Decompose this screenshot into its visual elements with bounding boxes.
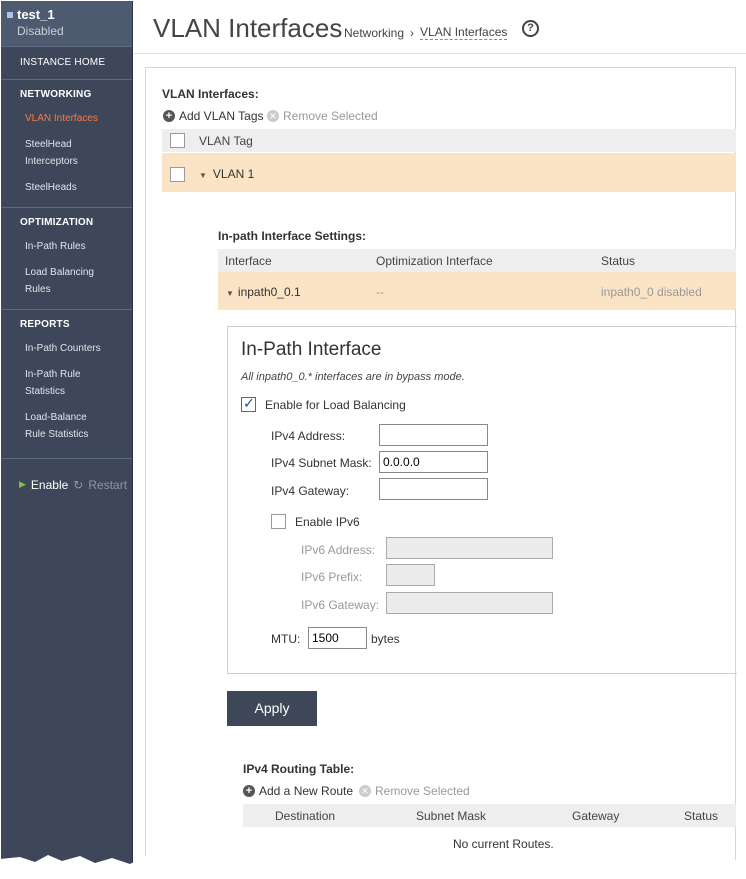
restart-button[interactable]: Restart: [88, 478, 127, 492]
main-panel: VLAN Interfaces: + Add VLAN Tags ✕ Remov…: [145, 67, 737, 877]
instance-name-row[interactable]: test_1: [7, 7, 132, 22]
refresh-icon: ↻: [73, 477, 84, 492]
sidebar-item-in-path-rule-statistics[interactable]: In-Path Rule Statistics: [1, 362, 91, 405]
sidebar: test_1 Disabled INSTANCE HOME NETWORKING…: [1, 1, 133, 879]
inpath-settings-title: In-path Interface Settings:: [218, 229, 367, 243]
inpath-table-header: Interface Optimization Interface Status: [218, 249, 736, 272]
remove-selected-vlan-button[interactable]: ✕ Remove Selected: [267, 109, 378, 123]
select-all-checkbox[interactable]: [170, 133, 185, 148]
ipv6-prefix-field[interactable]: [386, 564, 435, 586]
column-status: Status: [601, 254, 636, 268]
ipv6-gateway-field[interactable]: [386, 592, 553, 614]
page-title: VLAN Interfaces: [153, 13, 343, 43]
column-interface: Interface: [225, 254, 272, 268]
help-icon[interactable]: ?: [522, 20, 539, 37]
sidebar-item-steelheads[interactable]: SteelHeads: [1, 175, 132, 201]
instance-status-icon: [7, 11, 13, 18]
sidebar-item-steelhead-interceptors[interactable]: SteelHead Interceptors: [1, 132, 91, 175]
caret-down-icon: ▼: [226, 289, 234, 298]
page-header: VLAN Interfaces Networking › VLAN Interf…: [134, 0, 746, 54]
status-cell: inpath0_0 disabled: [601, 285, 702, 299]
ipv4-address-field[interactable]: [379, 424, 488, 446]
add-vlan-tags-label: Add VLAN Tags: [179, 109, 264, 123]
vlan-table-header: VLAN Tag: [162, 129, 736, 152]
add-route-button[interactable]: + Add a New Route: [243, 784, 353, 798]
column-destination: Destination: [275, 809, 336, 823]
torn-edge: [0, 854, 746, 879]
enable-button[interactable]: Enable: [31, 478, 68, 492]
enable-load-balancing-checkbox[interactable]: [241, 395, 256, 412]
plus-circle-icon: +: [163, 110, 175, 122]
sidebar-section-reports: REPORTS: [20, 319, 70, 330]
mtu-field[interactable]: [308, 627, 367, 649]
instance-header: test_1 Disabled: [1, 1, 132, 47]
vlan-row-name: VLAN 1: [212, 167, 255, 181]
mtu-unit: bytes: [371, 632, 400, 646]
apply-button[interactable]: Apply: [227, 691, 317, 726]
breadcrumb-networking[interactable]: Networking: [344, 26, 404, 40]
ipv6-address-label: IPv6 Address:: [301, 543, 376, 557]
sidebar-item-instance-home[interactable]: INSTANCE HOME: [1, 47, 132, 79]
sidebar-section-optimization: OPTIMIZATION: [20, 217, 94, 228]
breadcrumb-vlan-interfaces[interactable]: VLAN Interfaces: [420, 25, 508, 40]
table-row[interactable]: ▼ inpath0_0.1 -- inpath0_0 disabled: [218, 272, 736, 310]
column-vlan-tag: VLAN Tag: [199, 134, 253, 148]
ipv6-gateway-label: IPv6 Gateway:: [301, 598, 380, 612]
enable-load-balancing-label: Enable for Load Balancing: [265, 398, 406, 412]
form-title: In-Path Interface: [241, 339, 382, 360]
interface-name: inpath0_0.1: [237, 285, 301, 299]
enable-ipv6-checkbox[interactable]: [271, 514, 286, 529]
ipv6-prefix-label: IPv6 Prefix:: [301, 570, 363, 584]
bypass-note: All inpath0_0.* interfaces are in bypass…: [241, 371, 465, 383]
column-status: Status: [684, 809, 719, 823]
remove-selected-route-label: Remove Selected: [375, 784, 470, 798]
chevron-right-icon: ›: [410, 25, 415, 40]
vlan-section-title: VLAN Interfaces:: [162, 87, 259, 101]
remove-selected-label: Remove Selected: [283, 109, 378, 123]
vlan-row-label: ▼ VLAN 1: [199, 167, 254, 181]
caret-down-icon: ▼: [199, 171, 207, 180]
routing-table-header: Destination Subnet Mask Gateway Status: [243, 804, 736, 827]
add-vlan-tags-button[interactable]: + Add VLAN Tags: [163, 109, 264, 123]
ipv4-address-label: IPv4 Address:: [271, 429, 346, 443]
ipv4-gateway-label: IPv4 Gateway:: [271, 484, 350, 498]
ipv4-gateway-field[interactable]: [379, 478, 488, 500]
routing-table-title: IPv4 Routing Table:: [243, 762, 355, 776]
breadcrumb: Networking › VLAN Interfaces: [344, 25, 508, 40]
play-icon: ▶: [19, 479, 26, 489]
add-route-label: Add a New Route: [259, 784, 354, 798]
sidebar-item-load-balancing-rules[interactable]: Load Balancing Rules: [1, 260, 101, 303]
instance-status: Disabled: [17, 24, 64, 38]
close-circle-icon: ✕: [359, 785, 371, 797]
table-row[interactable]: ▼ VLAN 1: [162, 153, 736, 192]
ipv6-address-field[interactable]: [386, 537, 553, 559]
sidebar-section-networking: NETWORKING: [20, 89, 92, 100]
optimization-interface-cell: --: [376, 285, 384, 299]
mtu-label: MTU:: [271, 632, 301, 646]
instance-controls: ▶ Enable ↻ Restart: [1, 459, 132, 497]
inpath-interface-form: In-Path Interface All inpath0_0.* interf…: [227, 326, 737, 674]
sidebar-item-in-path-counters[interactable]: In-Path Counters: [1, 336, 132, 362]
row-checkbox[interactable]: [170, 167, 185, 182]
remove-selected-route-button[interactable]: ✕ Remove Selected: [359, 784, 470, 798]
column-optimization-interface: Optimization Interface: [376, 254, 493, 268]
ipv4-subnet-mask-field[interactable]: [379, 451, 488, 473]
interface-cell: ▼ inpath0_0.1: [226, 285, 301, 299]
column-subnet-mask: Subnet Mask: [416, 809, 487, 823]
sidebar-item-load-balance-rule-statistics[interactable]: Load-Balance Rule Statistics: [1, 405, 116, 448]
instance-name: test_1: [17, 7, 55, 22]
plus-circle-icon: +: [243, 785, 255, 797]
close-circle-icon: ✕: [267, 110, 279, 122]
sidebar-item-vlan-interfaces[interactable]: VLAN Interfaces: [1, 106, 132, 132]
enable-ipv6-label: Enable IPv6: [295, 515, 360, 529]
sidebar-item-in-path-rules[interactable]: In-Path Rules: [1, 234, 132, 260]
column-gateway: Gateway: [572, 809, 620, 823]
ipv4-subnet-mask-label: IPv4 Subnet Mask:: [271, 456, 372, 470]
